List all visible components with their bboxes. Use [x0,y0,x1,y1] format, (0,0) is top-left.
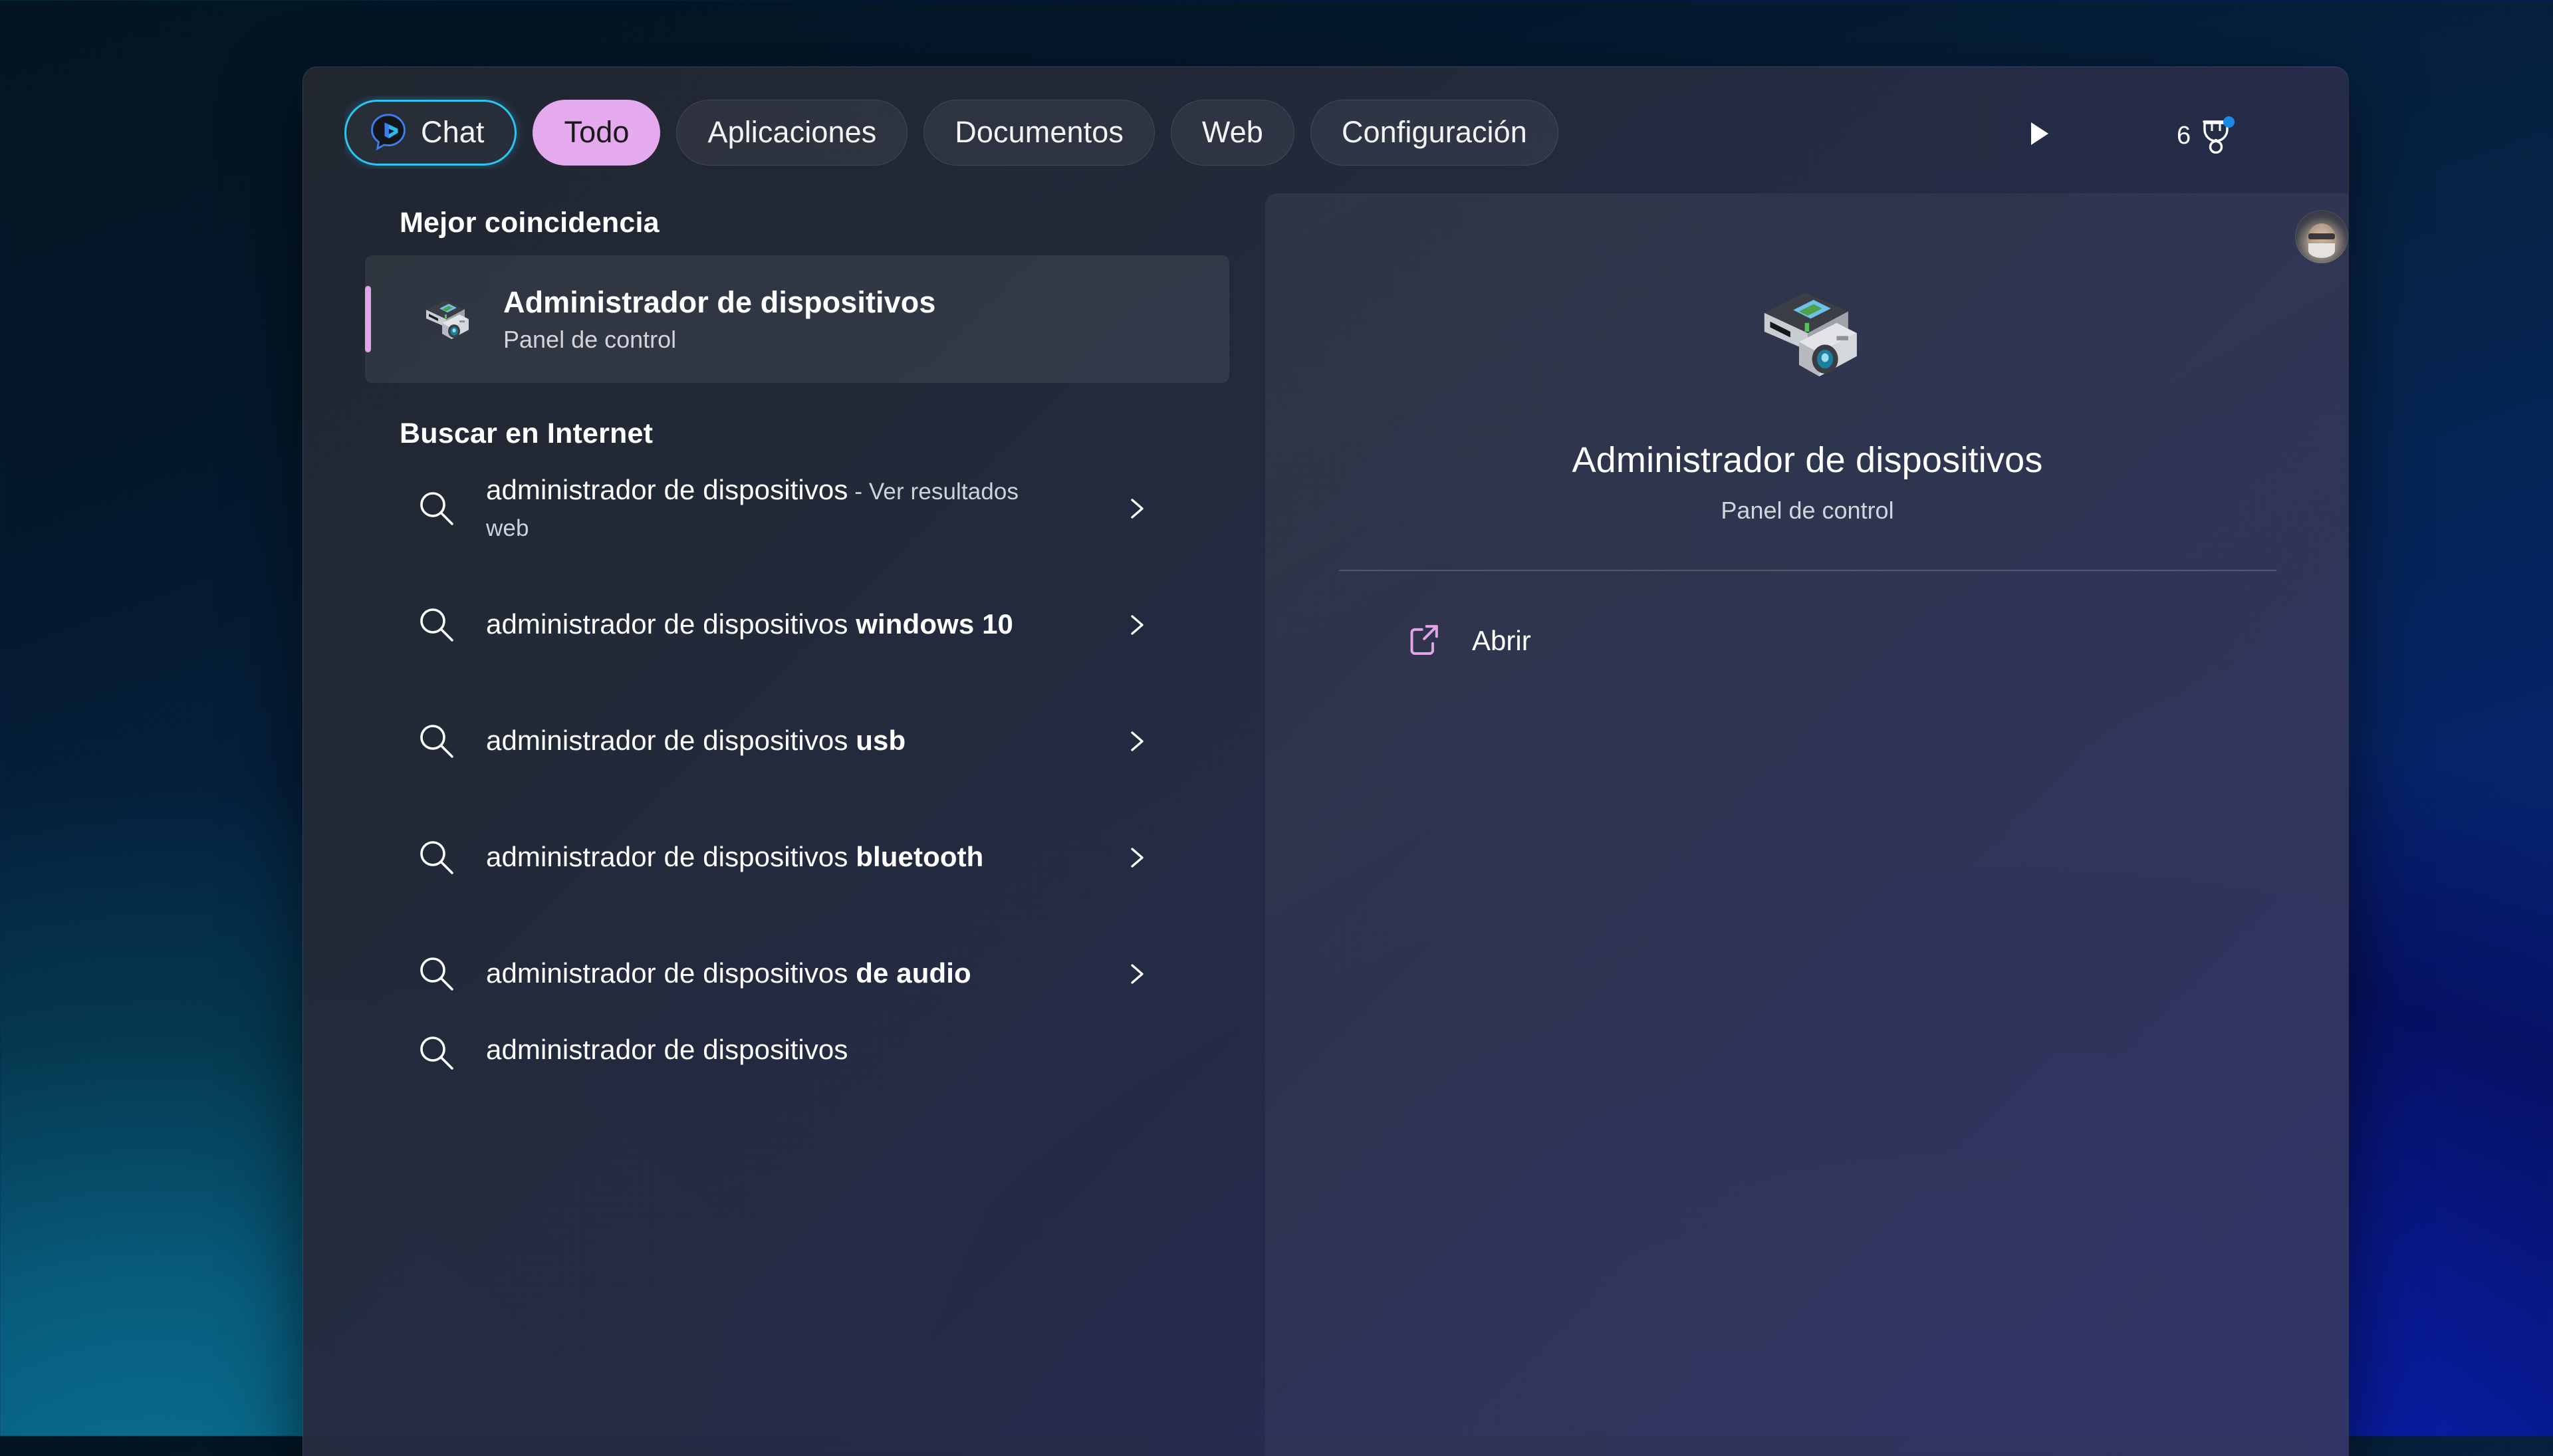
preview-title: Administrador de dispositivos [1572,440,2043,480]
tab-web-label: Web [1201,115,1263,149]
list-item[interactable]: administrador de dispositivos - Ver resu… [365,450,1229,566]
chevron-right-icon[interactable] [1123,611,1151,639]
tab-documentos[interactable]: Documentos [923,99,1155,166]
best-match-texts: Administrador de dispositivos Panel de c… [503,285,936,354]
preview-divider [1338,570,2276,571]
search-icon [416,953,458,995]
tab-overflow-fade [1945,96,1999,169]
tab-chat[interactable]: Chat [344,99,517,166]
results-column: Mejor coincidencia Administrador de disp… [303,193,1264,1456]
tab-documentos-label: Documentos [955,115,1124,149]
selection-indicator [365,286,371,352]
preview-pane: Administrador de dispositivos Panel de c… [1265,193,2348,1456]
list-item[interactable]: administrador de dispositivos usb [365,683,1229,799]
list-item[interactable]: administrador de dispositivos bluetooth [365,799,1229,915]
suggestion-text: administrador de dispositivos windows 10 [486,608,1013,640]
search-icon [416,604,458,646]
suggestion-text: administrador de dispositivos de audio [486,957,971,989]
chevron-right-icon[interactable] [1123,495,1151,523]
search-flyout-window: Chat Todo Aplicaciones Documentos Web Co… [303,66,2349,1456]
chevron-right-icon[interactable] [1123,727,1151,755]
rewards-badge-dot [2223,116,2235,128]
search-tab-bar: Chat Todo Aplicaciones Documentos Web Co… [303,67,2348,263]
open-action-label: Abrir [1472,625,1531,656]
rewards-count: 6 [2177,121,2191,150]
suggestion-text: administrador de dispositivos bluetooth [486,841,984,873]
suggestion-text: administrador de dispositivos [486,1034,848,1065]
best-match-title: Administrador de dispositivos [503,285,936,319]
rewards-indicator[interactable]: 6 [2177,116,2235,154]
best-match-result[interactable]: Administrador de dispositivos Panel de c… [365,255,1229,383]
medal-icon [2199,116,2235,154]
list-item[interactable]: administrador de dispositivos [365,1032,1229,1148]
tab-todo[interactable]: Todo [533,99,661,166]
list-item[interactable]: administrador de dispositivos windows 10 [365,566,1229,683]
open-external-icon [1405,621,1442,662]
bing-chat-icon [369,113,408,152]
best-match-heading: Mejor coincidencia [400,207,660,239]
chevron-right-icon[interactable] [1123,960,1151,988]
tab-configuracion-label: Configuración [1341,115,1527,149]
search-icon [416,720,458,763]
suggestion-text: administrador de dispositivos - Ver resu… [486,473,1019,541]
tab-chat-label: Chat [421,115,485,149]
chevron-right-icon[interactable] [1123,844,1151,872]
best-match-subtitle: Panel de control [503,325,677,353]
tab-scroll-container: Chat Todo Aplicaciones Documentos Web Co… [344,96,1731,169]
search-icon [416,487,458,530]
tab-todo-label: Todo [564,115,630,149]
tab-aplicaciones-label: Aplicaciones [707,115,877,149]
list-item[interactable]: administrador de dispositivos de audio [365,915,1229,1032]
suggestion-text: administrador de dispositivos usb [486,725,906,757]
search-icon [416,836,458,879]
search-icon [416,1032,458,1074]
web-search-heading: Buscar en Internet [400,418,654,449]
preview-subtitle: Panel de control [1721,497,1894,524]
open-action-button[interactable]: Abrir [1405,618,2348,664]
device-manager-icon [1741,267,1874,400]
tab-configuracion[interactable]: Configuración [1310,99,1558,166]
tab-scroll-right-button[interactable] [2025,119,2054,148]
device-manager-icon [416,289,477,350]
tab-web[interactable]: Web [1170,99,1294,166]
tab-aplicaciones[interactable]: Aplicaciones [676,99,908,166]
play-triangle-icon [2031,122,2048,145]
